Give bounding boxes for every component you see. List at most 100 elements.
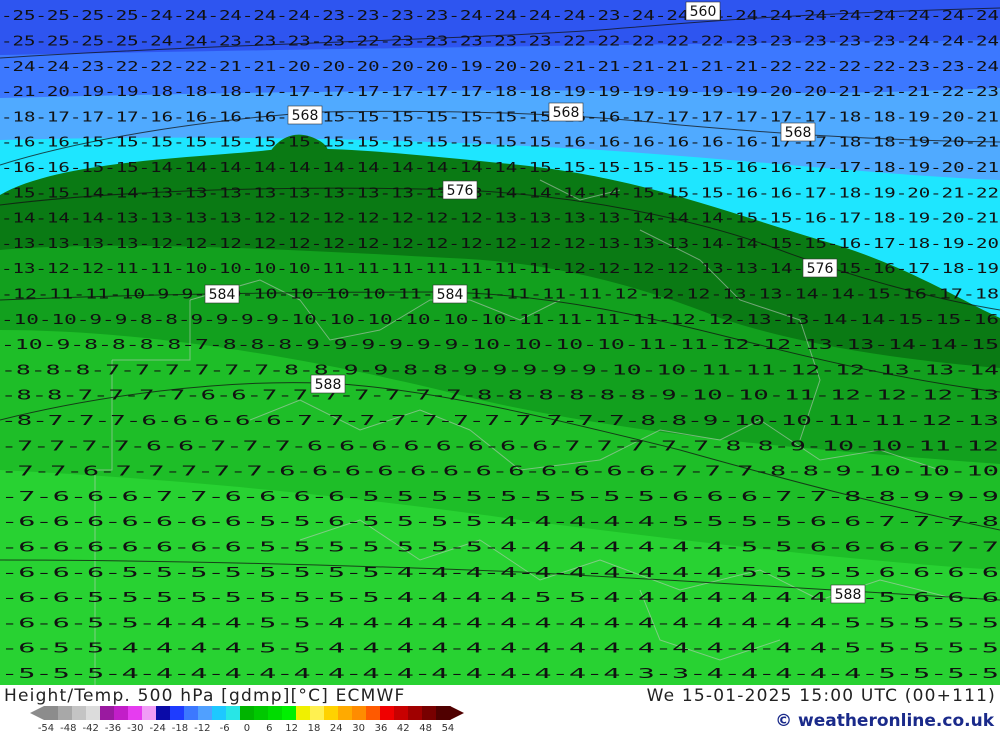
legend-swatch	[226, 706, 241, 720]
temperature-row: -5-5-5-4-4-4-4-4-4-4-4-4-4-4-4-4-4-4-3-3…	[1, 667, 999, 682]
temperature-row: -14-14-14-13-13-13-13-12-12-12-12-12-12-…	[1, 212, 999, 227]
legend-tick-label: 12	[285, 723, 298, 732]
map-datetime: We 15-01-2025 15:00 UTC (00+111)	[646, 686, 996, 706]
contour-label: 584	[432, 284, 468, 304]
legend-tick-label: -24	[149, 723, 165, 732]
temperature-row: -18-17-17-17-16-16-16-16-15-15-15-15-15-…	[1, 110, 999, 125]
legend-swatch	[282, 706, 297, 720]
contour-label: 568	[780, 122, 816, 142]
temperature-row: -13-13-13-13-12-12-12-12-12-12-12-12-12-…	[1, 237, 999, 252]
map-title: Height/Temp. 500 hPa [gdmp][°C] ECMWF	[4, 686, 406, 706]
svg-text:560: 560	[690, 4, 717, 20]
legend-tick-label: 30	[352, 723, 365, 732]
legend-tick-label: -48	[60, 723, 76, 732]
contour-label: 576	[442, 180, 478, 200]
temperature-row: -12-11-11-10-9-9-9-9-10-10-10-10-11-11-1…	[1, 287, 999, 302]
legend-swatch	[268, 706, 283, 720]
legend-swatch	[58, 706, 73, 720]
legend-tick-label: 18	[308, 723, 321, 732]
legend-tick-label: -36	[105, 723, 121, 732]
legend-swatch	[296, 706, 311, 720]
temperature-row: -25-25-25-25-24-24-23-23-23-23-22-23-23-…	[1, 34, 999, 49]
legend-swatch	[86, 706, 101, 720]
legend-arrow-right	[450, 706, 464, 720]
legend-swatch	[100, 706, 115, 720]
temperature-map: -25-25-25-25-24-24-24-24-24-23-23-23-23-…	[0, 0, 1000, 685]
contour-label: 588	[830, 584, 866, 604]
legend-swatch	[184, 706, 199, 720]
contour-label: 584	[204, 284, 240, 304]
temperature-row: -8-7-7-7-6-6-6-6-6-7-7-7-7-7-7-7-7-7-7-7…	[1, 414, 999, 429]
temperature-row: -8-8-8-7-7-7-7-7-7-8-8-9-9-8-8-9-9-9-9-9…	[1, 363, 999, 378]
svg-text:568: 568	[785, 125, 812, 141]
legend-tick-label: 54	[442, 723, 455, 732]
legend-swatch	[254, 706, 269, 720]
legend-swatch	[44, 706, 59, 720]
map-footer: Height/Temp. 500 hPa [gdmp][°C] ECMWF We…	[0, 685, 1000, 733]
contour-label: 576	[802, 258, 838, 278]
legend-tick-label: -42	[82, 723, 98, 732]
legend-swatch	[142, 706, 157, 720]
weather-map-view: -25-25-25-25-24-24-24-24-24-23-23-23-23-…	[0, 0, 1000, 733]
legend-swatch	[72, 706, 87, 720]
temperature-row: -10-10-9-9-8-8-9-9-9-9-10-10-10-10-10-10…	[1, 313, 999, 328]
legend-tick-label: 36	[375, 723, 388, 732]
legend-swatch	[156, 706, 171, 720]
legend-swatch	[240, 706, 255, 720]
svg-text:568: 568	[292, 108, 319, 124]
temperature-row: -6-6-6-6-6-6-6-5-5-6-5-5-5-5-4-4-4-4-4-5…	[1, 515, 999, 530]
svg-text:576: 576	[807, 261, 834, 277]
temperature-row: -15-15-14-14-13-13-13-13-13-13-13-13-13-…	[1, 186, 999, 201]
contour-label: 560	[685, 1, 721, 21]
legend-swatch	[436, 706, 451, 720]
svg-text:584: 584	[209, 287, 236, 303]
legend-swatch	[170, 706, 185, 720]
temperature-row: -16-16-15-15-15-15-15-15-15-15-15-15-15-…	[1, 136, 999, 151]
temperature-row: -6-6-6-6-6-6-6-5-5-5-5-5-5-5-4-4-4-4-4-4…	[1, 540, 999, 555]
contour-label: 588	[310, 374, 346, 394]
temperature-row: -6-6-6-5-5-5-5-5-5-5-5-4-4-4-4-4-4-4-4-4…	[1, 566, 999, 581]
legend-swatch	[366, 706, 381, 720]
temperature-row: -10-9-8-8-8-8-7-8-8-8-9-9-9-9-9-9-10-10-…	[1, 338, 999, 353]
legend-tick-label: -54	[38, 723, 54, 732]
color-legend: -54 -48 -42 -36 -30 -24 -18 -12 -6 0 6 12 18 24 30 36 42…	[30, 706, 464, 732]
legend-swatch	[310, 706, 325, 720]
legend-tick-label: 24	[330, 723, 343, 732]
legend-tick-label: -12	[194, 723, 210, 732]
temperature-row: -6-5-5-4-4-4-4-5-5-4-4-4-4-4-4-4-4-4-4-4…	[1, 642, 999, 657]
legend-swatch	[394, 706, 409, 720]
svg-text:568: 568	[553, 105, 580, 121]
legend-arrow-left	[30, 706, 44, 720]
legend-swatch	[128, 706, 143, 720]
contour-label: 568	[548, 102, 584, 122]
temperature-row: -7-7-7-7-6-6-7-7-7-6-6-6-6-6-6-6-6-7-7-7…	[1, 439, 999, 454]
legend-swatch	[114, 706, 129, 720]
legend-swatch	[338, 706, 353, 720]
legend-tick-label: 42	[397, 723, 410, 732]
legend-tick-label: 48	[419, 723, 432, 732]
legend-swatch	[352, 706, 367, 720]
legend-swatch	[380, 706, 395, 720]
svg-text:576: 576	[447, 183, 474, 199]
temperature-row: -7-7-6-7-7-7-7-7-6-6-6-6-6-6-6-6-6-6-6-6…	[1, 465, 999, 480]
contour-label: 568	[287, 105, 323, 125]
svg-text:588: 588	[315, 377, 342, 393]
legend-swatch	[324, 706, 339, 720]
temperature-row: -24-24-23-22-22-22-21-21-20-20-20-20-20-…	[1, 60, 999, 75]
legend-tick-label: -30	[127, 723, 143, 732]
legend-swatch	[198, 706, 213, 720]
temperature-row: -13-12-12-11-11-10-10-10-10-11-11-11-11-…	[1, 262, 999, 277]
temperature-row: -16-16-15-15-14-14-14-14-14-14-14-14-14-…	[1, 161, 999, 176]
svg-text:584: 584	[437, 287, 464, 303]
copyright-link[interactable]: © weatheronline.co.uk	[775, 711, 994, 731]
temperature-row: -7-6-6-6-7-7-6-6-6-6-5-5-5-5-5-5-5-5-5-6…	[1, 490, 999, 505]
temperature-row: -6-6-5-5-4-4-4-5-5-4-4-4-4-4-4-4-4-4-4-4…	[1, 616, 999, 631]
legend-tick-label: -6	[220, 723, 230, 732]
temperature-row: -25-25-25-25-24-24-24-24-24-23-23-23-23-…	[1, 9, 999, 24]
temperature-row: -21-20-19-19-18-18-18-17-17-17-17-17-17-…	[1, 85, 999, 100]
legend-swatch	[422, 706, 437, 720]
legend-tick-label: -18	[172, 723, 188, 732]
temperature-row: -8-8-7-7-7-7-6-6-7-7-7-7-7-7-7-8-8-8-8-8…	[1, 389, 999, 404]
legend-swatch	[408, 706, 423, 720]
svg-text:588: 588	[835, 587, 862, 603]
